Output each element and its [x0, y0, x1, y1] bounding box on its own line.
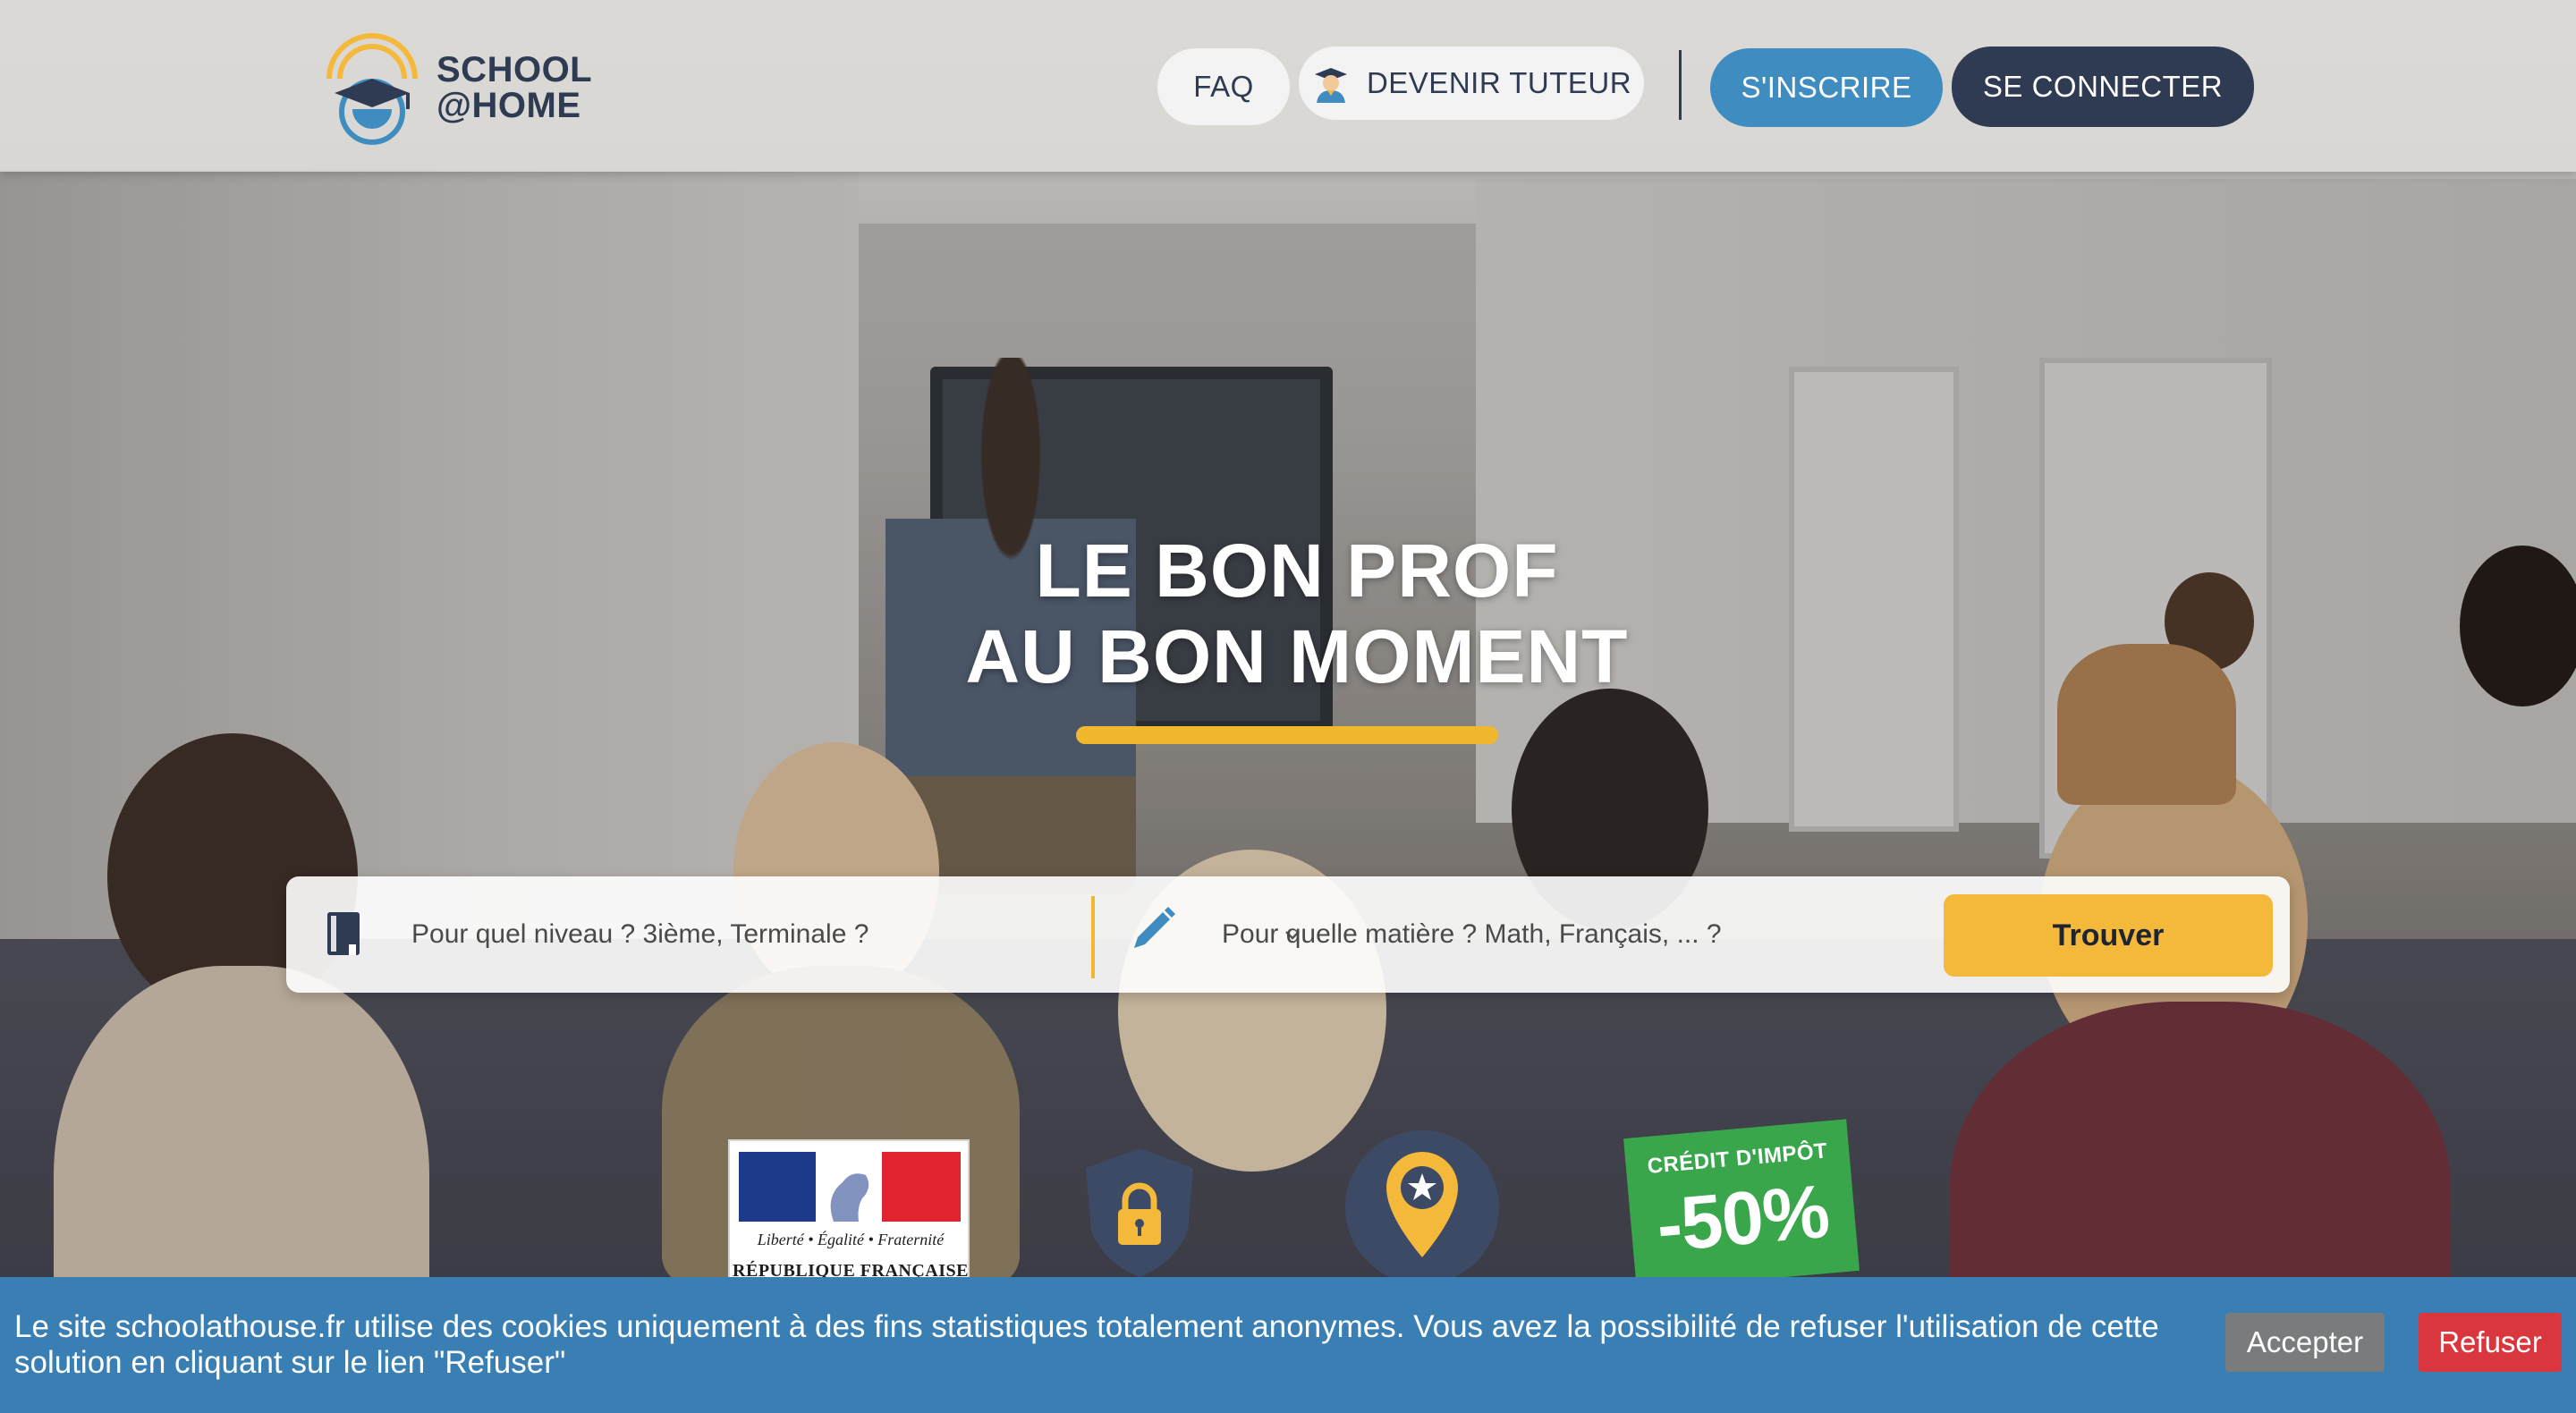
level-select-placeholder: Pour quel niveau ? 3ième, Terminale ?	[411, 919, 869, 949]
find-button-label: Trouver	[2052, 918, 2165, 952]
site-header: SCHOOL @HOME FAQ DEVENIR TUTEUR S'INSCRI…	[0, 0, 2576, 172]
hero-title-underline	[1076, 726, 1498, 744]
level-select[interactable]: Pour quel niveau ? 3ième, Terminale ?	[286, 876, 1300, 993]
faq-button-label: FAQ	[1193, 70, 1254, 103]
tutor-search-bar: Pour quel niveau ? 3ième, Terminale ? Po…	[286, 876, 2290, 993]
nav-divider	[1679, 50, 1682, 120]
book-icon	[327, 912, 360, 955]
cookie-banner: Le site schoolathouse.fr utilise des coo…	[0, 1277, 2576, 1413]
logo-wordmark: SCHOOL @HOME	[436, 52, 592, 123]
graduate-avatar-icon	[1314, 68, 1347, 103]
hero-title-line-1: LE BON PROF	[1035, 529, 1559, 613]
hero-title: LE BON PROF AU BON MOMENT	[894, 528, 1699, 699]
graduation-cap-logo-icon	[326, 33, 418, 145]
refuse-cookies-label: Refuser	[2438, 1325, 2542, 1358]
hero-background	[0, 0, 2576, 1413]
tax-credit-value: -50%	[1653, 1168, 1833, 1268]
logo-line-2: @HOME	[436, 85, 581, 125]
register-button[interactable]: S'INSCRIRE	[1710, 48, 1943, 127]
lock-shield-icon	[1086, 1148, 1193, 1277]
marianne-profile-icon	[830, 1173, 869, 1222]
faq-button[interactable]: FAQ	[1157, 48, 1290, 125]
register-button-label: S'INSCRIRE	[1741, 71, 1912, 104]
star-pin-icon	[1345, 1130, 1499, 1284]
accept-cookies-button[interactable]: Accepter	[2225, 1313, 2385, 1372]
login-button[interactable]: SE CONNECTER	[1952, 47, 2254, 127]
cookie-banner-message: Le site schoolathouse.fr utilise des coo…	[14, 1309, 2159, 1380]
republique-francaise-badge: Liberté • Égalité • Fraternité RÉPUBLIQU…	[728, 1139, 970, 1291]
become-tutor-label: DEVENIR TUTEUR	[1366, 66, 1632, 99]
tax-credit-badge: CRÉDIT D'IMPÔT -50%	[1623, 1119, 1860, 1290]
site-logo[interactable]: SCHOOL @HOME	[318, 27, 605, 148]
logo-line-1: SCHOOL	[436, 49, 593, 89]
find-button[interactable]: Trouver	[1944, 894, 2273, 977]
accept-cookies-label: Accepter	[2246, 1325, 2364, 1358]
login-button-label: SE CONNECTER	[1982, 70, 2224, 103]
republic-motto: Liberté • Égalité • Fraternité	[757, 1231, 945, 1248]
subject-select-placeholder: Pour quelle matière ? Math, Français, ..…	[1222, 919, 1722, 949]
pencil-icon	[1134, 907, 1175, 948]
hero-title-line-2: AU BON MOMENT	[965, 614, 1629, 698]
refuse-cookies-button[interactable]: Refuser	[2419, 1313, 2562, 1372]
become-tutor-button[interactable]: DEVENIR TUTEUR	[1299, 47, 1644, 120]
